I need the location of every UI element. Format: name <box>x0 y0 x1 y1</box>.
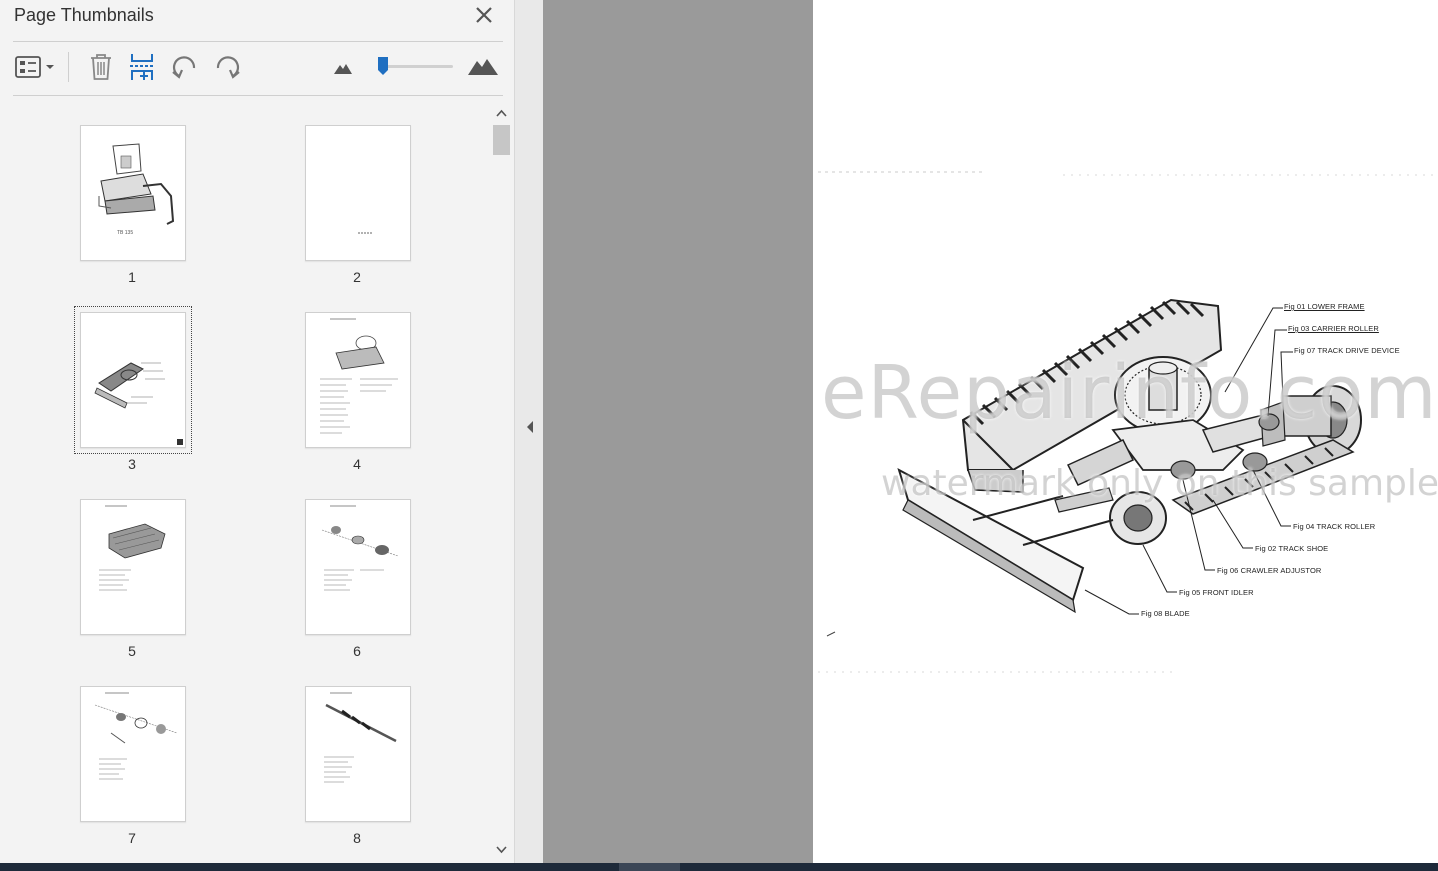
thumbnail-page-4[interactable] <box>305 312 411 448</box>
zoom-slider-handle[interactable] <box>377 56 389 76</box>
document-page: Fig 01 LOWER FRAME Fig 03 CARRIER ROLLER… <box>813 0 1438 863</box>
thumb-caption: TB 135 <box>117 230 134 236</box>
thumbnail-list: TB 135 1 2 3 4 5 6 7 8 <box>13 103 491 860</box>
insert-pages-button[interactable] <box>128 50 158 84</box>
triangle-left-icon <box>527 421 533 433</box>
scroll-down-button[interactable] <box>491 840 512 860</box>
thumbnail-page-8[interactable] <box>305 686 411 822</box>
parts-list-thumb <box>320 318 398 434</box>
thumbnail-options-icon <box>15 56 54 78</box>
chevron-down-icon <box>496 846 507 854</box>
thumbnail-page-1[interactable]: TB 135 <box>80 125 186 261</box>
label-front-idler: Fig 05 FRONT IDLER <box>1179 588 1254 597</box>
collapse-panel-button[interactable] <box>524 418 536 436</box>
divider <box>13 41 503 42</box>
zoom-out-mountain-icon <box>334 64 352 74</box>
bottom-bar-accent <box>619 863 680 871</box>
page-number-label: 5 <box>128 643 136 659</box>
label-crawler-adjustor: Fig 06 CRAWLER ADJUSTOR <box>1217 566 1322 575</box>
label-carrier-roller: Fig 03 CARRIER ROLLER <box>1288 324 1379 333</box>
page-number-label: 3 <box>128 456 136 472</box>
rotate-clockwise-button[interactable] <box>212 50 242 84</box>
thumbnail-scrollbar[interactable] <box>491 103 512 860</box>
thumbnail-page-7[interactable] <box>80 686 186 822</box>
track-shoe-thumb <box>99 505 166 591</box>
close-icon <box>476 7 492 23</box>
selection-marker <box>177 439 183 445</box>
insert-pages-icon <box>130 54 154 80</box>
close-panel-button[interactable] <box>472 2 496 28</box>
label-track-roller: Fig 04 TRACK ROLLER <box>1293 522 1376 531</box>
zoom-in-button[interactable] <box>466 50 500 84</box>
idler-exploded-thumb <box>94 692 178 780</box>
watermark-main: eRepairinfo.com <box>821 350 1438 436</box>
document-gutter <box>543 0 813 863</box>
zoom-in-mountain-icon <box>468 59 498 75</box>
excavator-drawing-thumb <box>98 143 175 225</box>
scrollbar-thumb[interactable] <box>493 125 510 155</box>
panel-title: Page Thumbnails <box>14 5 154 25</box>
label-lower-frame: Fig 01 LOWER FRAME <box>1284 302 1365 311</box>
trash-icon <box>91 54 111 80</box>
panel-splitter[interactable] <box>514 0 544 863</box>
label-track-shoe: Fig 02 TRACK SHOE <box>1255 544 1329 553</box>
page-number-label: 1 <box>128 269 136 285</box>
bottom-bar <box>0 863 1438 871</box>
adjustor-exploded-thumb <box>324 692 397 783</box>
thumbnail-page-3[interactable] <box>74 306 192 454</box>
rotate-counterclockwise-icon <box>172 56 196 79</box>
zoom-slider-track[interactable] <box>383 65 453 68</box>
page-number-label: 6 <box>353 643 361 659</box>
zoom-out-button[interactable] <box>332 50 354 84</box>
roller-exploded-thumb <box>321 505 399 591</box>
page-number-label: 2 <box>353 269 361 285</box>
thumbnail-options-button[interactable] <box>14 50 58 84</box>
rotate-counterclockwise-button[interactable] <box>170 50 200 84</box>
thumbnail-page-2[interactable] <box>305 125 411 261</box>
slider-handle-icon <box>378 57 388 75</box>
page-number-label: 4 <box>353 456 361 472</box>
toolbar-separator <box>68 52 69 82</box>
divider <box>13 95 503 96</box>
blank-page-thumb <box>358 232 372 234</box>
page-number-label: 7 <box>128 830 136 846</box>
chevron-up-icon <box>496 109 507 117</box>
rotate-clockwise-icon <box>216 56 240 79</box>
thumbnails-panel: Page Thumbnails TB 135 1 2 3 4 5 6 7 8 <box>0 0 514 863</box>
thumbnail-page-6[interactable] <box>305 499 411 635</box>
label-blade: Fig 08 BLADE <box>1141 609 1190 618</box>
scroll-up-button[interactable] <box>491 103 512 123</box>
thumbnail-page-5[interactable] <box>80 499 186 635</box>
undercarriage-drawing-thumb <box>94 362 165 409</box>
delete-pages-button[interactable] <box>87 50 115 84</box>
watermark-sub: watermark only on this sample <box>881 463 1438 504</box>
page-number-label: 8 <box>353 830 361 846</box>
